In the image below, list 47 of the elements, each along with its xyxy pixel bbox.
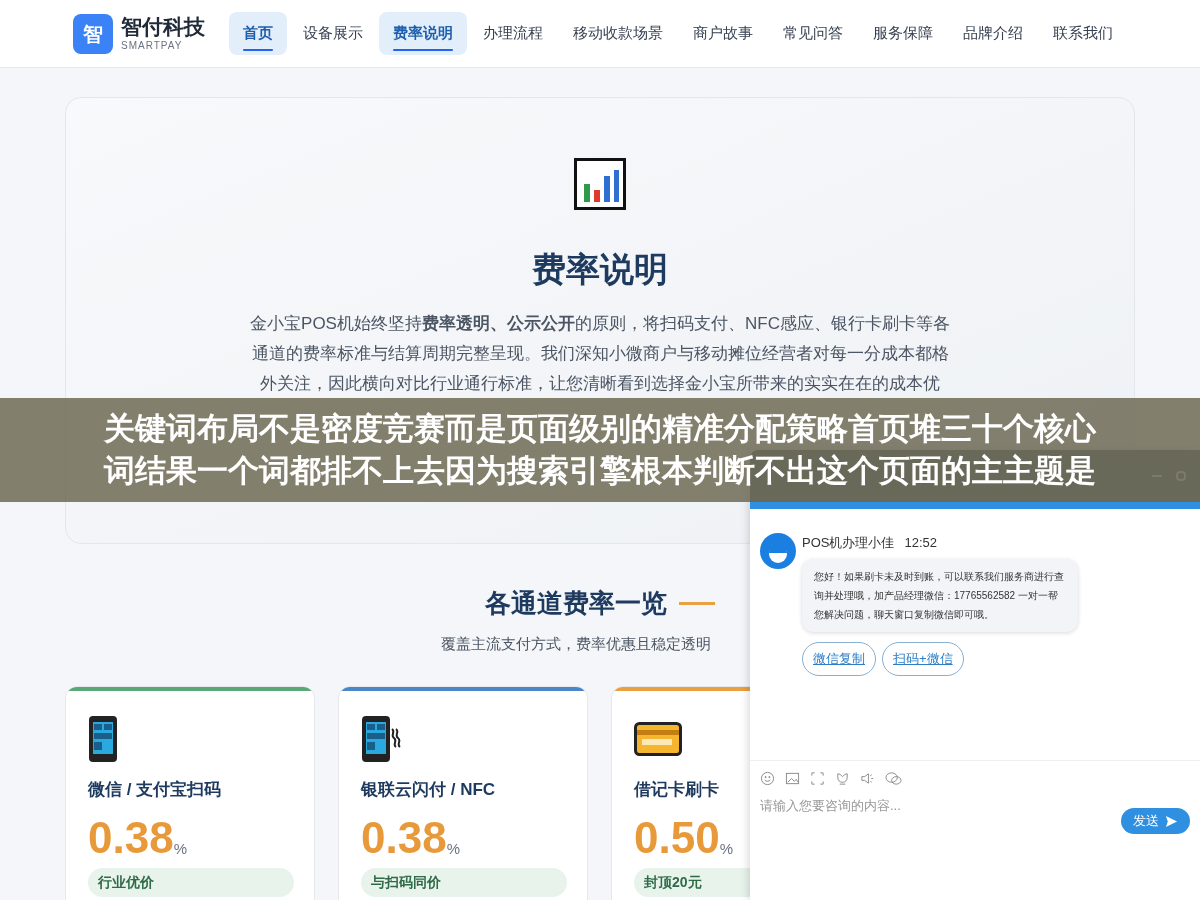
agent-avatar-icon <box>760 533 796 569</box>
rate-unit: % <box>446 839 460 859</box>
nav-link[interactable]: 服务保障 <box>859 12 947 55</box>
brand-subtitle: SMARTPAY <box>121 41 184 51</box>
agent-name: POS机办理小佳 <box>802 534 895 552</box>
card-title: 银联云闪付 / NFC <box>361 778 496 801</box>
nav-link[interactable]: 商户故事 <box>679 12 767 55</box>
nav-link[interactable]: 设备展示 <box>289 12 377 55</box>
logo-icon: 智 <box>73 13 113 54</box>
rate-tag: 行业优价 <box>88 868 294 897</box>
nav-link[interactable]: 联系我们 <box>1039 12 1127 55</box>
section-subtitle: 覆盖主流支付方式，费率优惠且稳定透明 <box>441 634 711 654</box>
rating-icon[interactable] <box>835 771 850 786</box>
chat-bubbles-icon[interactable] <box>885 771 902 786</box>
card-title: 微信 / 支付宝扫码 <box>88 778 222 801</box>
credit-card-icon <box>634 721 682 756</box>
contactless-phone-icon <box>361 714 401 763</box>
rate-unit: % <box>173 839 187 859</box>
rate-value: 0.38 <box>361 814 447 862</box>
brand-name: 智付科技 <box>121 16 205 37</box>
rate-value: 0.38 <box>88 814 174 862</box>
message-input[interactable]: 请输入您要咨询的内容... <box>760 796 1120 816</box>
rate-value: 0.50 <box>634 814 720 862</box>
title-accent-line <box>679 602 715 605</box>
nav-link[interactable]: 办理流程 <box>469 12 557 55</box>
banner-text: 关键词布局不是密度竞赛而是页面级别的精准分配策略首页堆三十个核心 <box>104 410 1096 448</box>
screenshot-icon[interactable] <box>810 771 825 786</box>
nav-link[interactable]: 常见问答 <box>769 12 857 55</box>
image-icon[interactable] <box>785 771 800 786</box>
rate-unit: % <box>719 839 733 859</box>
phone-icon <box>88 714 118 763</box>
emoji-icon[interactable] <box>760 771 775 786</box>
send-icon <box>1165 814 1178 828</box>
rate-tag: 与扫码同价 <box>361 868 567 897</box>
bar-chart-icon <box>574 158 626 210</box>
speaker-icon[interactable] <box>860 771 875 786</box>
nav-link[interactable]: 品牌介绍 <box>949 12 1037 55</box>
message-time: 12:52 <box>904 534 937 552</box>
banner-text: 词结果一个词都排不上去因为搜索引擎根本判断不出这个页面的主主题是 <box>104 452 1096 490</box>
hero-description: 金小宝POS机始终坚持费率透明、公示公开的原则，将扫码支付、NFC感应、银行卡刷卡等各通道的费率标准与结算周期完整呈现。我们深知小微商户与移动摊位经营者对每一分成本都格外关注，因此横向对比行业通行标准，让您清晰看到选择金小宝所带来的实实在在的成本优 <box>250 313 950 395</box>
nav-link[interactable]: 首页 <box>229 12 287 55</box>
hero-title: 费率说明 <box>532 249 668 290</box>
nav-link[interactable]: 费率说明 <box>379 12 467 55</box>
section-title: 各通道费率一览 <box>485 587 667 620</box>
chat-message: 您好！如果刷卡未及时到账，可以联系我们服务商进行查询并处理哦，加产品经理微信：17765562582 一对一帮您解决问题，聊天窗口复制微信即可哦。 <box>802 558 1078 632</box>
nav-link[interactable]: 移动收款场景 <box>559 12 677 55</box>
card-title: 借记卡刷卡 <box>634 778 719 801</box>
